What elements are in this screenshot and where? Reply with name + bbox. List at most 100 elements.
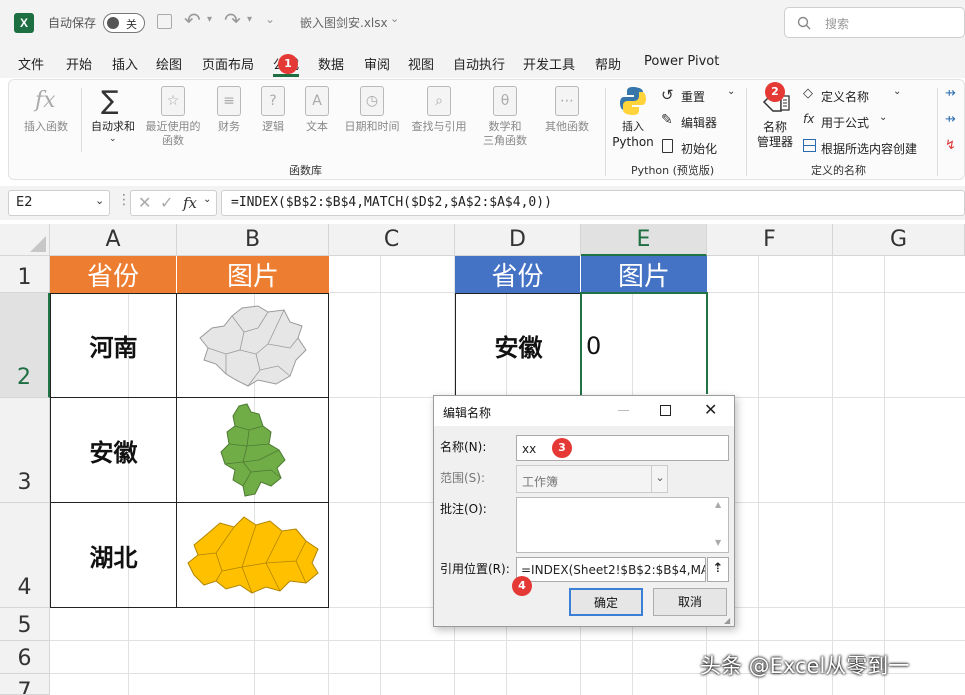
insert-python-button[interactable]: 插入 Python [609,86,657,156]
row-header-2[interactable]: 2 [0,293,50,398]
cell-d2[interactable]: 安徽 [455,293,581,398]
column-header-f[interactable]: F [707,224,833,256]
cell-b3[interactable] [176,398,329,503]
header-cell-picture-2[interactable]: 图片 [581,256,707,293]
lookup-button[interactable]: ⌕ 查找与引用 [407,86,471,150]
cell-e2-selected[interactable]: 0 [580,292,708,399]
search-box[interactable]: 搜索 [784,7,965,38]
tab-help[interactable]: 帮助 [595,54,621,73]
editor-button[interactable]: ✎ 编辑器 [661,112,731,132]
name-box[interactable]: E2 ⌄ [8,190,110,216]
text-button[interactable]: A 文本 [297,86,337,150]
ribbon-separator [746,88,747,176]
insert-function-button[interactable]: fx 插入函数 [15,86,77,146]
undo-dropdown-icon[interactable]: ▾ [207,14,212,25]
tab-power-pivot[interactable]: Power Pivot [644,54,719,69]
row-header-1[interactable]: 1 [0,256,50,293]
anhui-map-image [219,403,286,497]
row-header-4[interactable]: 4 [0,503,50,608]
remove-arrows-icon[interactable]: ↯ [945,138,956,153]
scroll-down-icon[interactable]: ▼ [715,538,721,547]
group-label-function-library: 函数库 [289,164,322,177]
search-placeholder: 搜索 [825,17,850,31]
cell-a3[interactable]: 安徽 [50,398,177,503]
save-icon[interactable] [157,14,172,29]
search-icon [797,16,811,30]
tab-insert[interactable]: 插入 [112,54,138,73]
row-header-6[interactable]: 6 [0,641,50,674]
cell-b2[interactable] [176,293,329,398]
create-from-selection-button[interactable]: 根据所选内容创建 [803,138,929,158]
datetime-button[interactable]: ◷ 日期和时间 [339,86,405,150]
row-header-3[interactable]: 3 [0,398,50,503]
cancel-entry-icon[interactable]: ✕ [138,193,151,212]
other-functions-button[interactable]: ⋯ 其他函数 [539,86,595,150]
column-header-e[interactable]: E [581,224,707,256]
confirm-entry-icon[interactable]: ✓ [160,193,173,212]
header-cell-province[interactable]: 省份 [50,256,177,293]
tab-home[interactable]: 开始 [66,54,92,73]
tab-formulas-underline [273,74,299,77]
tab-page-layout[interactable]: 页面布局 [202,54,254,73]
financial-label: 财务 [218,120,240,133]
file-name[interactable]: 嵌入图剑安.xlsx [300,14,388,31]
cell-a2[interactable]: 河南 [50,293,177,398]
header-cell-picture[interactable]: 图片 [177,256,329,293]
insert-function-label: 插入函数 [24,120,68,133]
ok-button[interactable]: 确定 [569,588,643,616]
insert-function-icon[interactable]: fx [183,194,197,212]
select-all-corner[interactable] [0,224,50,256]
cell-b4[interactable] [176,503,329,608]
tab-data[interactable]: 数据 [318,54,344,73]
use-in-formula-label: 用于公式 [821,116,870,130]
cancel-button[interactable]: 取消 [653,588,727,616]
column-header-c[interactable]: C [329,224,455,256]
use-in-formula-button[interactable]: fx 用于公式 ⌄ [803,112,903,132]
math-button[interactable]: θ 数学和 三角函数 [473,86,537,150]
financial-button[interactable]: ≡ 财务 [209,86,249,150]
initialize-button[interactable]: 初始化 [661,138,731,158]
autosave-toggle[interactable]: 关 [103,13,145,33]
dialog-titlebar[interactable]: 编辑名称 ✕ [434,396,734,426]
column-header-b[interactable]: B [177,224,329,256]
autosum-button[interactable]: ∑ 自动求和 ⌄ [85,86,141,150]
formula-bar-grip-icon[interactable]: ⋮ [117,192,131,208]
define-name-button[interactable]: ◇ 定义名称 ⌄ [803,86,913,106]
tab-automate[interactable]: 自动执行 [453,54,505,73]
column-header-g[interactable]: G [833,224,965,256]
filename-chevron-icon[interactable]: ⌄ [390,12,399,25]
header-cell-province-2[interactable]: 省份 [455,256,581,293]
formula-input[interactable]: =INDEX($B$2:$B$4,MATCH($D$2,$A$2:$A$4,0)… [221,190,965,216]
scroll-up-icon[interactable]: ▲ [715,500,721,509]
close-icon[interactable]: ✕ [704,400,717,419]
recent-functions-button[interactable]: ☆ 最近使用的 函数 [141,86,205,150]
trace-precedents-icon[interactable]: ⇸ [945,86,956,101]
refers-to-label: 引用位置(R): [440,562,510,576]
resize-grip-icon[interactable]: ◢ [724,616,730,625]
refers-to-field[interactable]: =INDEX(Sheet2!$B$2:$B$4,MAT [516,557,706,582]
column-header-d[interactable]: D [455,224,581,256]
row-header-7[interactable]: 7 [0,674,50,695]
tab-developer[interactable]: 开发工具 [523,54,575,73]
other-label: 其他函数 [545,120,589,133]
collapse-dialog-button[interactable]: ⇡ [707,557,729,582]
trace-dependents-icon[interactable]: ⇸ [945,112,956,127]
tab-review[interactable]: 审阅 [364,54,390,73]
tab-draw[interactable]: 绘图 [156,54,182,73]
recent-label-1: 最近使用的 [145,120,201,133]
tab-view[interactable]: 视图 [408,54,434,73]
document-icon [662,139,673,153]
cell-a4[interactable]: 湖北 [50,503,177,608]
name-field[interactable]: xx [516,435,729,461]
redo-dropdown-icon[interactable]: ▾ [247,14,252,25]
reset-button[interactable]: ↺ 重置 ⌄ [661,86,741,106]
logical-button[interactable]: ? 逻辑 [253,86,293,150]
comment-textarea[interactable]: ▲ ▼ [516,497,729,553]
undo-icon[interactable]: ↶ [184,8,201,32]
customize-qat-icon[interactable]: ⌄ [265,12,275,26]
row-header-5[interactable]: 5 [0,608,50,641]
maximize-icon[interactable] [660,405,671,416]
tab-file[interactable]: 文件 [18,54,44,73]
redo-icon[interactable]: ↷ [224,8,241,32]
column-header-a[interactable]: A [50,224,177,256]
